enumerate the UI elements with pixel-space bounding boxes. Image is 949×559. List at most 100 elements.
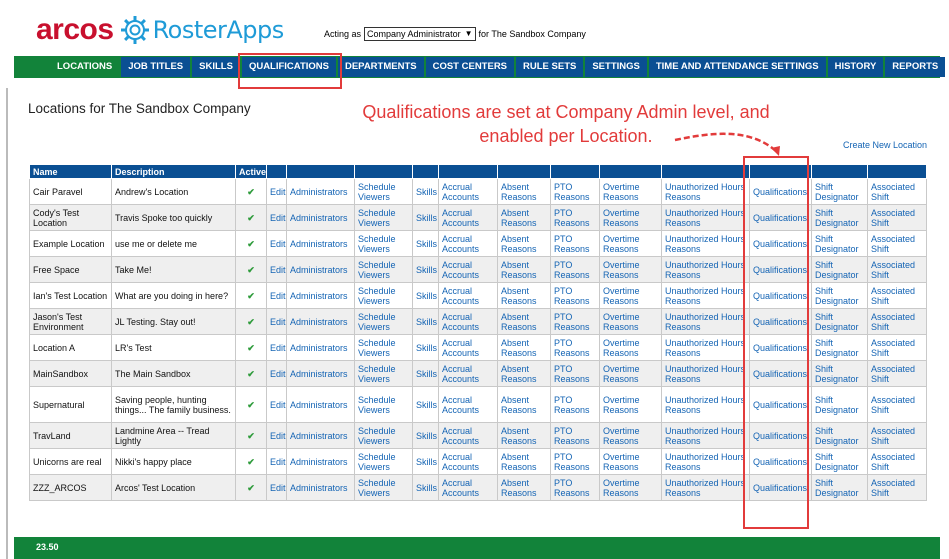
absent-reasons-link[interactable]: Absent Reasons	[501, 364, 537, 384]
absent-reasons-link[interactable]: Absent Reasons	[501, 478, 537, 498]
edit-link[interactable]: Edit	[270, 291, 286, 301]
pto-reasons-link[interactable]: PTO Reasons	[554, 208, 590, 228]
unauthorized-hours-reasons-link[interactable]: Unauthorized Hours Reasons	[665, 312, 745, 332]
unauthorized-hours-reasons-link[interactable]: Unauthorized Hours Reasons	[665, 364, 745, 384]
accrual-accounts-link[interactable]: Accrual Accounts	[442, 260, 479, 280]
unauthorized-hours-reasons-link[interactable]: Unauthorized Hours Reasons	[665, 182, 745, 202]
schedule-viewers-link[interactable]: Schedule Viewers	[358, 478, 396, 498]
pto-reasons-link[interactable]: PTO Reasons	[554, 395, 590, 415]
skills-link[interactable]: Skills	[416, 291, 437, 301]
administrators-link[interactable]: Administrators	[290, 265, 348, 275]
overtime-reasons-link[interactable]: Overtime Reasons	[603, 312, 640, 332]
absent-reasons-link[interactable]: Absent Reasons	[501, 208, 537, 228]
skills-link[interactable]: Skills	[416, 187, 437, 197]
edit-link[interactable]: Edit	[270, 483, 286, 493]
overtime-reasons-link[interactable]: Overtime Reasons	[603, 395, 640, 415]
unauthorized-hours-reasons-link[interactable]: Unauthorized Hours Reasons	[665, 286, 745, 306]
absent-reasons-link[interactable]: Absent Reasons	[501, 312, 537, 332]
skills-link[interactable]: Skills	[416, 400, 437, 410]
shift-designator-link[interactable]: Shift Designator	[815, 364, 859, 384]
absent-reasons-link[interactable]: Absent Reasons	[501, 286, 537, 306]
shift-designator-link[interactable]: Shift Designator	[815, 426, 859, 446]
associated-shift-link[interactable]: Associated Shift	[871, 260, 915, 280]
unauthorized-hours-reasons-link[interactable]: Unauthorized Hours Reasons	[665, 338, 745, 358]
administrators-link[interactable]: Administrators	[290, 213, 348, 223]
shift-designator-link[interactable]: Shift Designator	[815, 452, 859, 472]
absent-reasons-link[interactable]: Absent Reasons	[501, 338, 537, 358]
administrators-link[interactable]: Administrators	[290, 369, 348, 379]
associated-shift-link[interactable]: Associated Shift	[871, 426, 915, 446]
skills-link[interactable]: Skills	[416, 431, 437, 441]
overtime-reasons-link[interactable]: Overtime Reasons	[603, 260, 640, 280]
shift-designator-link[interactable]: Shift Designator	[815, 234, 859, 254]
tab-departments[interactable]: DEPARTMENTS	[337, 57, 424, 77]
tab-cost-centers[interactable]: COST CENTERS	[425, 57, 515, 77]
absent-reasons-link[interactable]: Absent Reasons	[501, 395, 537, 415]
accrual-accounts-link[interactable]: Accrual Accounts	[442, 208, 479, 228]
administrators-link[interactable]: Administrators	[290, 483, 348, 493]
overtime-reasons-link[interactable]: Overtime Reasons	[603, 478, 640, 498]
overtime-reasons-link[interactable]: Overtime Reasons	[603, 364, 640, 384]
skills-link[interactable]: Skills	[416, 343, 437, 353]
absent-reasons-link[interactable]: Absent Reasons	[501, 452, 537, 472]
accrual-accounts-link[interactable]: Accrual Accounts	[442, 395, 479, 415]
schedule-viewers-link[interactable]: Schedule Viewers	[358, 312, 396, 332]
pto-reasons-link[interactable]: PTO Reasons	[554, 260, 590, 280]
accrual-accounts-link[interactable]: Accrual Accounts	[442, 286, 479, 306]
tab-locations[interactable]: LOCATIONS	[50, 57, 120, 77]
pto-reasons-link[interactable]: PTO Reasons	[554, 182, 590, 202]
absent-reasons-link[interactable]: Absent Reasons	[501, 182, 537, 202]
edit-link[interactable]: Edit	[270, 265, 286, 275]
edit-link[interactable]: Edit	[270, 343, 286, 353]
unauthorized-hours-reasons-link[interactable]: Unauthorized Hours Reasons	[665, 260, 745, 280]
administrators-link[interactable]: Administrators	[290, 431, 348, 441]
unauthorized-hours-reasons-link[interactable]: Unauthorized Hours Reasons	[665, 234, 745, 254]
skills-link[interactable]: Skills	[416, 317, 437, 327]
create-location-link[interactable]: Create New Location	[843, 140, 927, 150]
unauthorized-hours-reasons-link[interactable]: Unauthorized Hours Reasons	[665, 395, 745, 415]
overtime-reasons-link[interactable]: Overtime Reasons	[603, 286, 640, 306]
edit-link[interactable]: Edit	[270, 457, 286, 467]
pto-reasons-link[interactable]: PTO Reasons	[554, 364, 590, 384]
accrual-accounts-link[interactable]: Accrual Accounts	[442, 182, 479, 202]
pto-reasons-link[interactable]: PTO Reasons	[554, 426, 590, 446]
shift-designator-link[interactable]: Shift Designator	[815, 338, 859, 358]
administrators-link[interactable]: Administrators	[290, 187, 348, 197]
schedule-viewers-link[interactable]: Schedule Viewers	[358, 208, 396, 228]
skills-link[interactable]: Skills	[416, 213, 437, 223]
skills-link[interactable]: Skills	[416, 457, 437, 467]
accrual-accounts-link[interactable]: Accrual Accounts	[442, 234, 479, 254]
schedule-viewers-link[interactable]: Schedule Viewers	[358, 426, 396, 446]
administrators-link[interactable]: Administrators	[290, 317, 348, 327]
edit-link[interactable]: Edit	[270, 239, 286, 249]
edit-link[interactable]: Edit	[270, 369, 286, 379]
associated-shift-link[interactable]: Associated Shift	[871, 395, 915, 415]
tab-time-and-attendance-settings[interactable]: TIME AND ATTENDANCE SETTINGS	[648, 57, 826, 77]
accrual-accounts-link[interactable]: Accrual Accounts	[442, 426, 479, 446]
absent-reasons-link[interactable]: Absent Reasons	[501, 234, 537, 254]
accrual-accounts-link[interactable]: Accrual Accounts	[442, 312, 479, 332]
accrual-accounts-link[interactable]: Accrual Accounts	[442, 478, 479, 498]
schedule-viewers-link[interactable]: Schedule Viewers	[358, 452, 396, 472]
schedule-viewers-link[interactable]: Schedule Viewers	[358, 395, 396, 415]
schedule-viewers-link[interactable]: Schedule Viewers	[358, 182, 396, 202]
unauthorized-hours-reasons-link[interactable]: Unauthorized Hours Reasons	[665, 426, 745, 446]
accrual-accounts-link[interactable]: Accrual Accounts	[442, 452, 479, 472]
accrual-accounts-link[interactable]: Accrual Accounts	[442, 338, 479, 358]
associated-shift-link[interactable]: Associated Shift	[871, 338, 915, 358]
schedule-viewers-link[interactable]: Schedule Viewers	[358, 364, 396, 384]
administrators-link[interactable]: Administrators	[290, 457, 348, 467]
shift-designator-link[interactable]: Shift Designator	[815, 260, 859, 280]
administrators-link[interactable]: Administrators	[290, 343, 348, 353]
tab-rule-sets[interactable]: RULE SETS	[516, 57, 584, 77]
absent-reasons-link[interactable]: Absent Reasons	[501, 260, 537, 280]
associated-shift-link[interactable]: Associated Shift	[871, 182, 915, 202]
overtime-reasons-link[interactable]: Overtime Reasons	[603, 182, 640, 202]
associated-shift-link[interactable]: Associated Shift	[871, 364, 915, 384]
overtime-reasons-link[interactable]: Overtime Reasons	[603, 208, 640, 228]
unauthorized-hours-reasons-link[interactable]: Unauthorized Hours Reasons	[665, 452, 745, 472]
tab-history[interactable]: HISTORY	[827, 57, 884, 77]
shift-designator-link[interactable]: Shift Designator	[815, 478, 859, 498]
tab-job-titles[interactable]: JOB TITLES	[121, 57, 191, 77]
pto-reasons-link[interactable]: PTO Reasons	[554, 478, 590, 498]
